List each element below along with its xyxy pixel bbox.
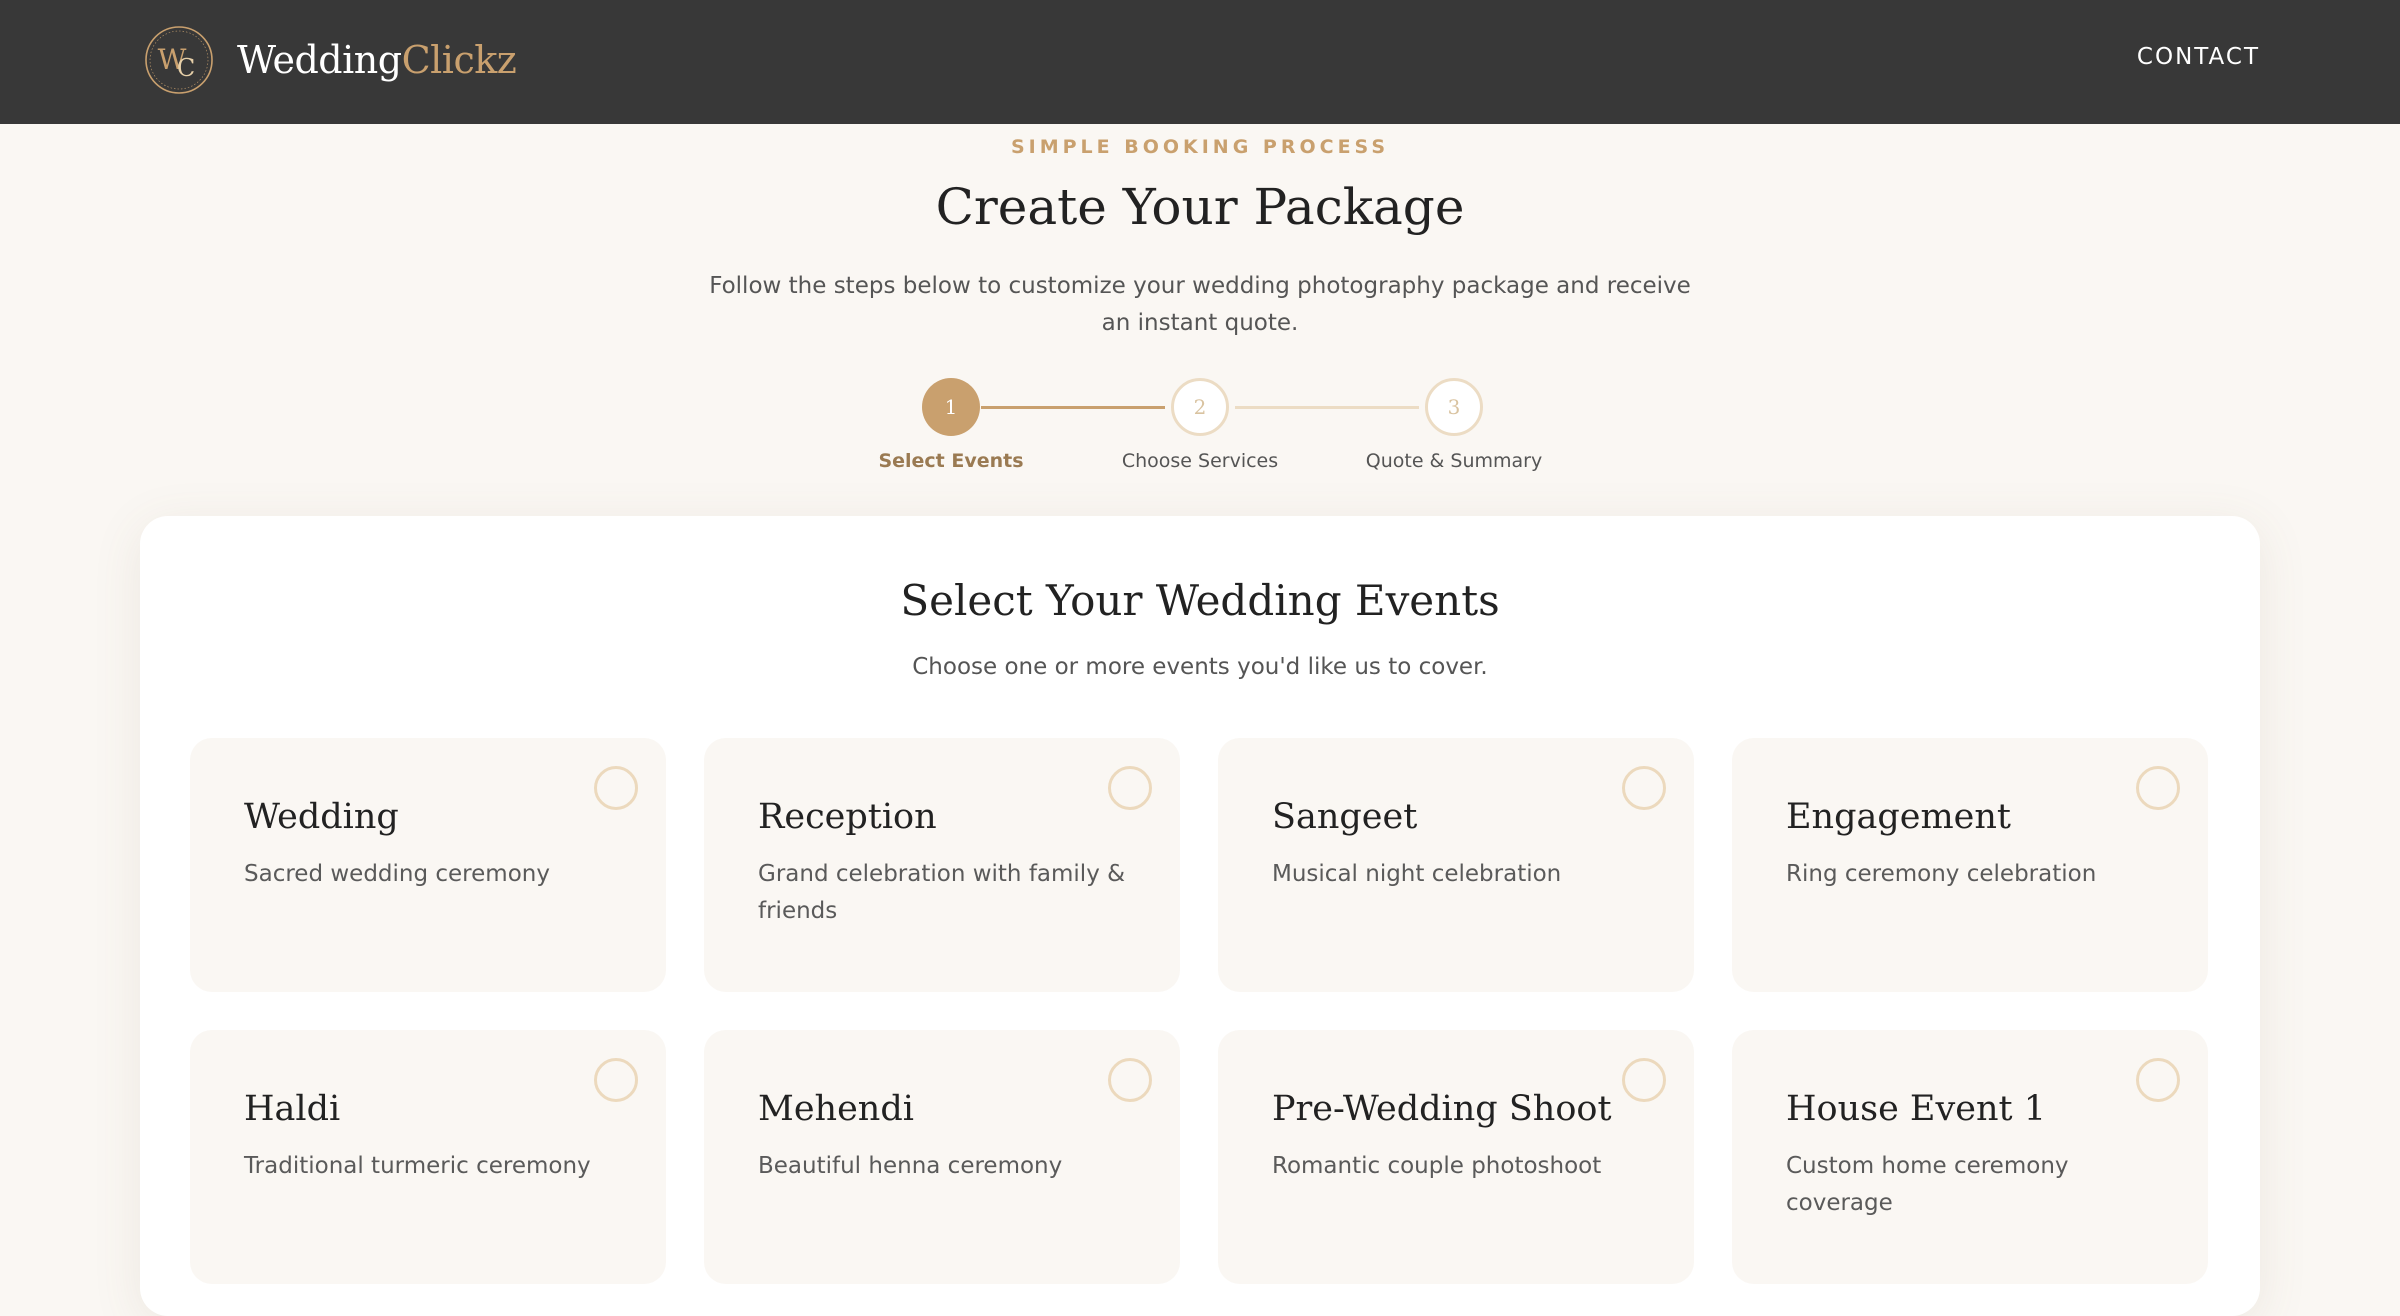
event-description: Grand celebration with family & friends (758, 861, 1126, 924)
step-select-events[interactable]: 1 Select Events (861, 378, 1041, 472)
wc-monogram-logo-icon: W C (143, 24, 215, 96)
event-description: Traditional turmeric ceremony (244, 1153, 591, 1179)
radio-circle-icon[interactable] (594, 766, 638, 810)
step-label-1: Select Events (878, 450, 1024, 472)
event-name: Pre-Wedding Shoot (1272, 1089, 1612, 1129)
step-label-3: Quote & Summary (1365, 450, 1543, 472)
step-number-3: 3 (1425, 378, 1483, 436)
event-name: Engagement (1786, 797, 2011, 837)
event-description: Romantic couple photoshoot (1272, 1153, 1602, 1179)
radio-circle-icon[interactable] (1622, 766, 1666, 810)
page-subtitle: Follow the steps below to customize your… (709, 273, 1691, 336)
event-option-reception[interactable]: Reception Grand celebration with family … (704, 738, 1180, 992)
events-card: Select Your Wedding Events Choose one or… (140, 516, 2260, 1316)
event-description: Ring ceremony celebration (1786, 861, 2097, 887)
brand-name-second: Clickz (401, 38, 517, 82)
event-description: Sacred wedding ceremony (244, 861, 550, 887)
event-option-mehendi[interactable]: Mehendi Beautiful henna ceremony (704, 1030, 1180, 1284)
event-description: Beautiful henna ceremony (758, 1153, 1063, 1179)
booking-stepper: 1 Select Events 2 Choose Services 3 Quot… (870, 378, 1542, 478)
event-option-engagement[interactable]: Engagement Ring ceremony celebration (1732, 738, 2208, 992)
step-number-1: 1 (922, 378, 980, 436)
radio-circle-icon[interactable] (1622, 1058, 1666, 1102)
event-option-sangeet[interactable]: Sangeet Musical night celebration (1218, 738, 1694, 992)
radio-circle-icon[interactable] (1108, 766, 1152, 810)
page-title: Create Your Package (935, 178, 1465, 236)
event-description: Musical night celebration (1272, 861, 1562, 887)
radio-circle-icon[interactable] (594, 1058, 638, 1102)
event-option-house-event-1[interactable]: House Event 1 Custom home ceremony cover… (1732, 1030, 2208, 1284)
event-option-wedding[interactable]: Wedding Sacred wedding ceremony (190, 738, 666, 992)
event-name: Mehendi (758, 1089, 914, 1129)
event-name: Haldi (244, 1089, 341, 1129)
event-name: Wedding (244, 797, 399, 837)
event-option-pre-wedding-shoot[interactable]: Pre-Wedding Shoot Romantic couple photos… (1218, 1030, 1694, 1284)
radio-circle-icon[interactable] (2136, 766, 2180, 810)
brand-logo-link[interactable]: W C WeddingClickz (143, 24, 517, 96)
event-name: Reception (758, 797, 937, 837)
brand-name-first: Wedding (237, 38, 402, 82)
event-name: House Event 1 (1786, 1089, 2046, 1129)
step-number-2: 2 (1171, 378, 1229, 436)
event-option-haldi[interactable]: Haldi Traditional turmeric ceremony (190, 1030, 666, 1284)
step-quote-summary[interactable]: 3 Quote & Summary (1364, 378, 1544, 472)
brand-name: WeddingClickz (237, 38, 517, 82)
events-section-subtitle: Choose one or more events you'd like us … (912, 654, 1488, 680)
hero-eyebrow: SIMPLE BOOKING PROCESS (1010, 136, 1390, 158)
top-navbar: W C WeddingClickz CONTACT (0, 0, 2400, 124)
step-choose-services[interactable]: 2 Choose Services (1110, 378, 1290, 472)
events-section-title: Select Your Wedding Events (900, 576, 1500, 625)
event-name: Sangeet (1272, 797, 1418, 837)
step-label-2: Choose Services (1121, 450, 1279, 472)
events-grid: Wedding Sacred wedding ceremony Receptio… (190, 738, 2210, 1284)
radio-circle-icon[interactable] (1108, 1058, 1152, 1102)
event-description: Custom home ceremony coverage (1786, 1153, 2069, 1216)
radio-circle-icon[interactable] (2136, 1058, 2180, 1102)
contact-link[interactable]: CONTACT (2137, 44, 2260, 70)
svg-text:C: C (177, 54, 195, 82)
